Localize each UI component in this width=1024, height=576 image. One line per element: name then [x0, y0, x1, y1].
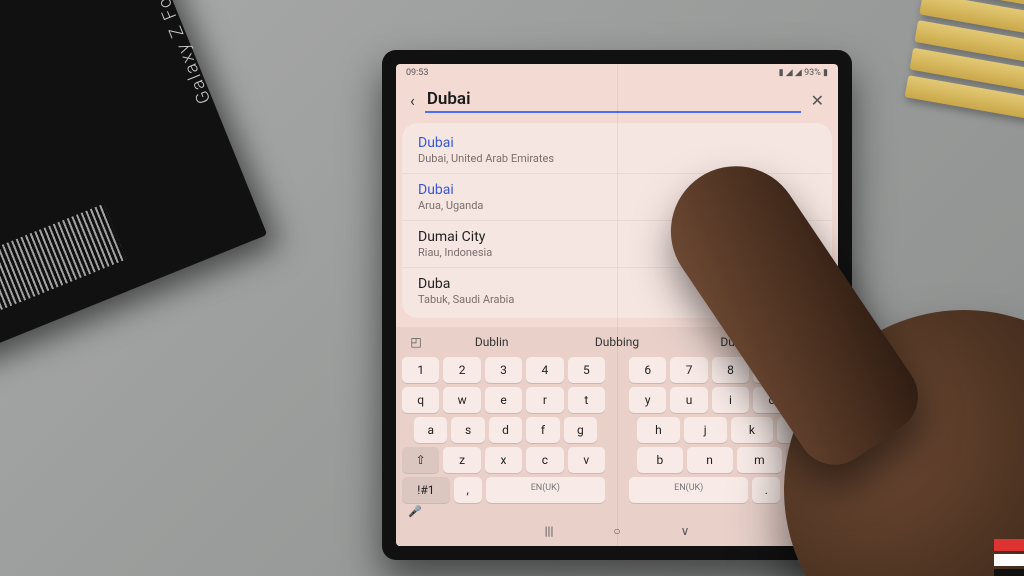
- suggestion[interactable]: Dublin: [432, 333, 551, 351]
- key-k[interactable]: k: [731, 417, 774, 443]
- keyboard: ◰ Dublin Dubbing Dubious ⋯ 1 2 3 4 5: [396, 327, 838, 546]
- box-brand-text: Galaxy Z Fold6: [142, 0, 216, 107]
- result-sub: Tabuk, Saudi Arabia: [418, 293, 816, 306]
- signal-icon: ▮ ◢ ◢: [779, 68, 805, 78]
- key-space-left[interactable]: EN(UK): [486, 477, 605, 503]
- key-w[interactable]: w: [443, 387, 480, 413]
- keyboard-left: 1 2 3 4 5 q w e r t: [402, 357, 605, 503]
- result-sub: Dubai, United Arab Emirates: [418, 152, 816, 165]
- system-nav-bar: ||| ○ ∨: [402, 520, 832, 538]
- mic-row: 🎤: [402, 503, 832, 520]
- key-comma[interactable]: ,: [454, 477, 482, 503]
- phone-frame: 09:53 ▮ ◢ ◢ 93% ▮ ‹ ✕ Dubai Dubai, Unite…: [382, 50, 852, 560]
- key-u[interactable]: u: [670, 387, 707, 413]
- key-o[interactable]: o: [753, 387, 790, 413]
- result-title: Dubai: [418, 182, 816, 198]
- status-right: ▮ ◢ ◢ 93% ▮: [779, 68, 828, 78]
- mic-icon[interactable]: 🎤: [408, 505, 422, 518]
- key-t[interactable]: t: [568, 387, 605, 413]
- key-search[interactable]: 🔍: [784, 477, 832, 503]
- key-r[interactable]: r: [526, 387, 563, 413]
- result-item[interactable]: Duba Tabuk, Saudi Arabia: [402, 268, 832, 314]
- results-area: Dubai Dubai, United Arab Emirates Dubai …: [396, 123, 838, 327]
- key-2[interactable]: 2: [443, 357, 480, 383]
- suggestion-row: ◰ Dublin Dubbing Dubious ⋯: [402, 331, 832, 357]
- result-sub: Arua, Uganda: [418, 199, 816, 212]
- product-box: Galaxy Z Fold6: [0, 0, 267, 358]
- key-p[interactable]: p: [795, 387, 832, 413]
- key-backspace[interactable]: ⌫: [786, 447, 832, 473]
- key-e[interactable]: e: [485, 387, 522, 413]
- key-1[interactable]: 1: [402, 357, 439, 383]
- suggestion[interactable]: Dubbing: [557, 333, 676, 351]
- key-q[interactable]: q: [402, 387, 439, 413]
- nav-recent[interactable]: |||: [545, 524, 554, 538]
- key-x[interactable]: x: [485, 447, 522, 473]
- clear-button[interactable]: ✕: [811, 91, 824, 110]
- key-period[interactable]: .: [752, 477, 780, 503]
- scene: Galaxy Z Fold6 09:53 ▮ ◢ ◢ 93% ▮ ‹ ✕: [0, 0, 1024, 576]
- nav-home[interactable]: ○: [613, 524, 620, 538]
- key-d[interactable]: d: [489, 417, 522, 443]
- battery-icon: ▮: [823, 68, 828, 78]
- result-title: Dubai: [418, 135, 816, 151]
- suggestion[interactable]: Dubious: [683, 333, 802, 351]
- box-barcode: [0, 204, 126, 316]
- key-3[interactable]: 3: [485, 357, 522, 383]
- key-h[interactable]: h: [637, 417, 680, 443]
- back-button[interactable]: ‹: [410, 91, 415, 110]
- key-6[interactable]: 6: [629, 357, 666, 383]
- key-i[interactable]: i: [712, 387, 749, 413]
- key-m[interactable]: m: [737, 447, 783, 473]
- keyboard-right: 6 7 8 9 0 y u i o p: [629, 357, 832, 503]
- key-g[interactable]: g: [564, 417, 597, 443]
- result-title: Dumai City: [418, 229, 816, 245]
- key-b[interactable]: b: [637, 447, 683, 473]
- key-y[interactable]: y: [629, 387, 666, 413]
- status-time: 09:53: [406, 68, 428, 78]
- key-f[interactable]: f: [526, 417, 559, 443]
- battery-text: 93%: [804, 68, 821, 78]
- key-0[interactable]: 0: [795, 357, 832, 383]
- result-sub: Riau, Indonesia: [418, 246, 816, 259]
- result-item[interactable]: Dumai City Riau, Indonesia: [402, 221, 832, 268]
- phone-screen: 09:53 ▮ ◢ ◢ 93% ▮ ‹ ✕ Dubai Dubai, Unite…: [396, 64, 838, 546]
- keyboard-split: 1 2 3 4 5 q w e r t: [402, 357, 832, 503]
- nav-back[interactable]: ∨: [681, 524, 690, 538]
- result-item[interactable]: Dubai Arua, Uganda: [402, 174, 832, 221]
- more-icon[interactable]: ⋯: [808, 333, 828, 351]
- key-l[interactable]: l: [777, 417, 820, 443]
- key-shift[interactable]: ⇧: [402, 447, 439, 473]
- key-7[interactable]: 7: [670, 357, 707, 383]
- search-input[interactable]: [425, 88, 801, 113]
- key-s[interactable]: s: [451, 417, 484, 443]
- key-9[interactable]: 9: [753, 357, 790, 383]
- search-row: ‹ ✕: [396, 82, 838, 123]
- wood-prop: [901, 0, 1024, 141]
- key-z[interactable]: z: [443, 447, 480, 473]
- results-card: Dubai Dubai, United Arab Emirates Dubai …: [402, 123, 832, 318]
- result-title: Duba: [418, 276, 816, 292]
- key-4[interactable]: 4: [526, 357, 563, 383]
- key-5[interactable]: 5: [568, 357, 605, 383]
- key-8[interactable]: 8: [712, 357, 749, 383]
- key-symbols[interactable]: !#1: [402, 477, 450, 503]
- key-n[interactable]: n: [687, 447, 733, 473]
- key-space-right[interactable]: EN(UK): [629, 477, 748, 503]
- keyboard-toolbar-icon[interactable]: ◰: [406, 333, 426, 351]
- key-c[interactable]: c: [526, 447, 563, 473]
- key-j[interactable]: j: [684, 417, 727, 443]
- corner-logo: [994, 536, 1024, 576]
- key-v[interactable]: v: [568, 447, 605, 473]
- status-bar: 09:53 ▮ ◢ ◢ 93% ▮: [396, 64, 838, 82]
- result-item[interactable]: Dubai Dubai, United Arab Emirates: [402, 127, 832, 174]
- key-a[interactable]: a: [414, 417, 447, 443]
